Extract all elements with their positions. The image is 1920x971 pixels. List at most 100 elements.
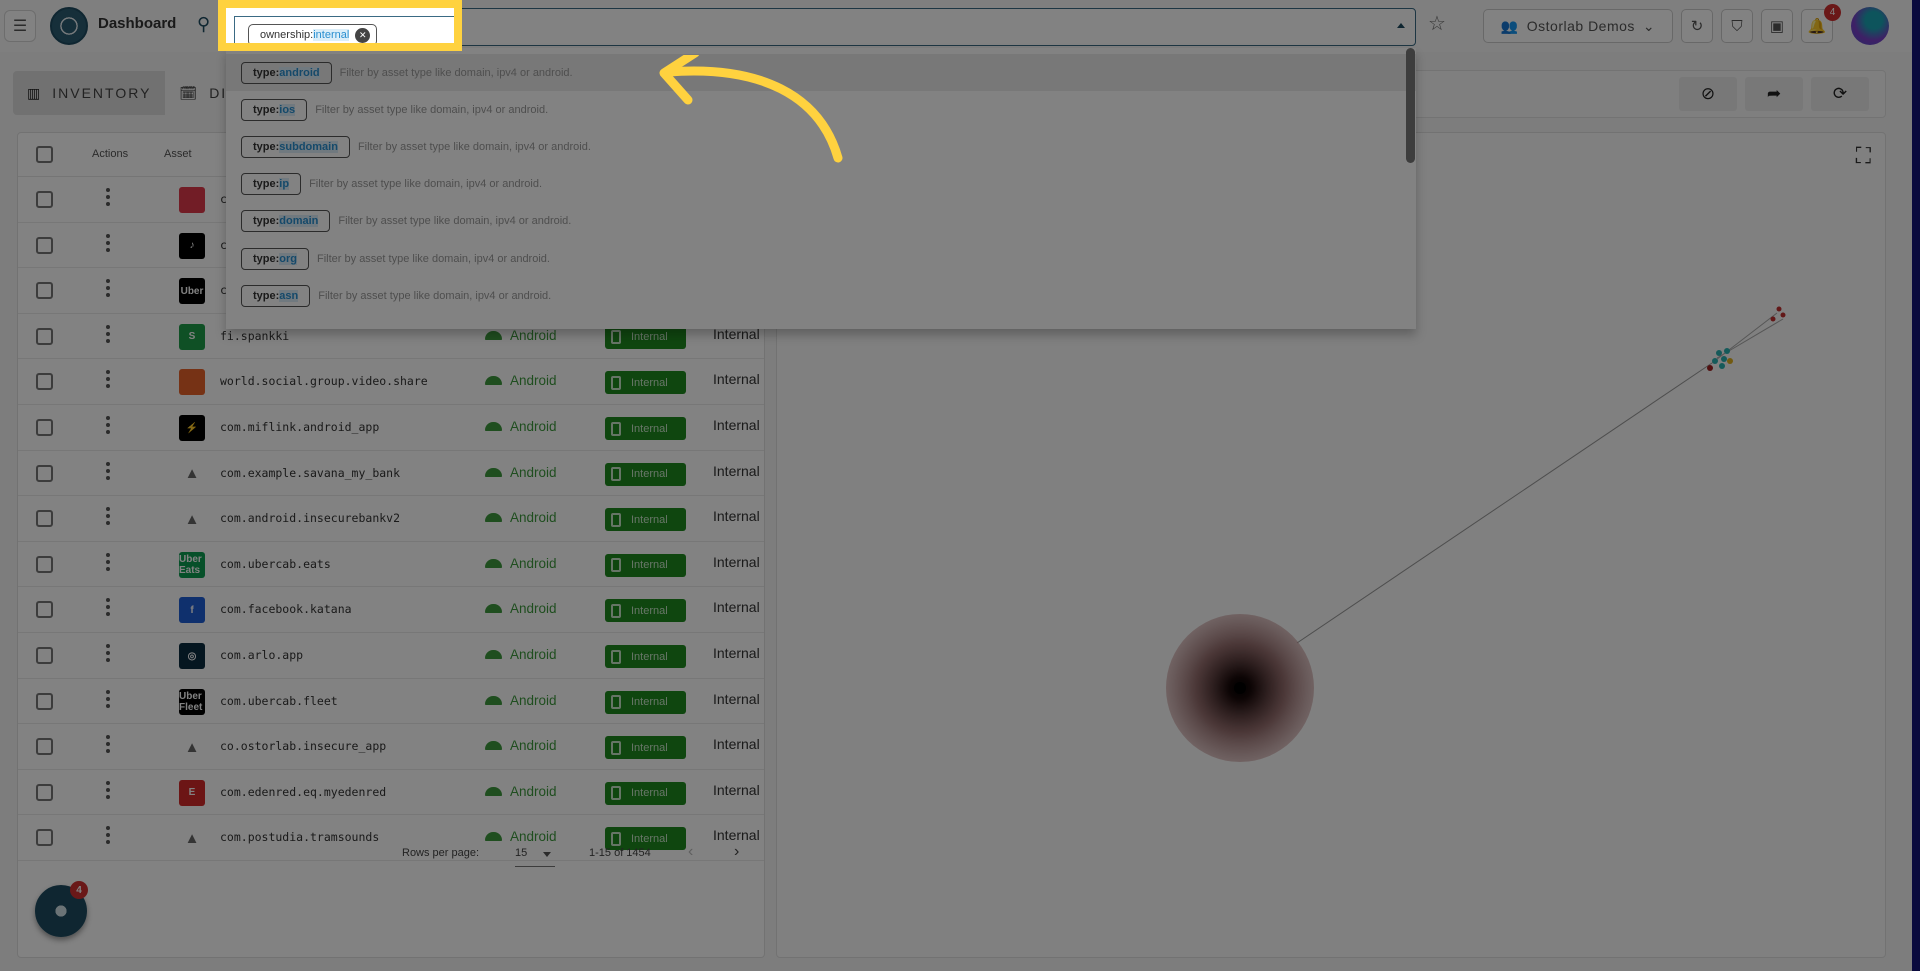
row-actions-icon[interactable]: [106, 689, 110, 708]
row-actions-icon[interactable]: [106, 507, 110, 526]
table-row[interactable]: E com.edenred.eq.myedenred Android Inter…: [18, 770, 764, 816]
table-row[interactable]: ◎ com.arlo.app Android Internal Internal: [18, 633, 764, 679]
prev-page-button[interactable]: ‹: [688, 843, 693, 861]
tag-badge[interactable]: Internal: [605, 325, 686, 349]
dropdown-item[interactable]: type: asn Filter by asset type like domai…: [226, 277, 1416, 314]
tag-badge[interactable]: Internal: [605, 690, 686, 714]
tag-badge[interactable]: Internal: [605, 508, 686, 532]
suggestion-description: Filter by asset type like domain, ipv4 o…: [339, 66, 573, 79]
tag-badge[interactable]: Internal: [605, 417, 686, 440]
avatar[interactable]: [1851, 7, 1889, 45]
column-asset[interactable]: Asset: [164, 148, 192, 160]
add-scan-button[interactable]: ↻: [1681, 9, 1713, 43]
row-checkbox[interactable]: [36, 373, 53, 391]
share-button[interactable]: ➦: [1745, 77, 1803, 111]
tag-badge[interactable]: Internal: [605, 371, 686, 395]
row-checkbox[interactable]: [36, 464, 53, 482]
suggestion-chip: type: ios: [241, 98, 308, 121]
row-actions-icon[interactable]: [106, 780, 110, 799]
org-selector[interactable]: 👥 Ostorlab Demos ⌄: [1483, 9, 1673, 43]
table-row[interactable]: ▲ co.ostorlab.insecure_app Android Inter…: [18, 724, 764, 770]
row-actions-icon[interactable]: [106, 324, 110, 343]
page-title: Dashboard: [98, 15, 177, 32]
table-row[interactable]: Uber Fleet com.ubercab.fleet Android Int…: [18, 679, 764, 725]
table-row[interactable]: world.social.group.video.share Android I…: [18, 359, 764, 405]
video-share-icon: [179, 369, 205, 396]
asset-name[interactable]: world.social.group.video.share: [220, 374, 428, 388]
row-actions-icon[interactable]: [106, 735, 110, 754]
tag-badge[interactable]: Internal: [605, 781, 686, 805]
asset-name[interactable]: com.ubercab.fleet: [220, 694, 338, 708]
asset-name[interactable]: com.facebook.katana: [220, 602, 352, 616]
search-input-highlight[interactable]: ownership:internal ✕: [234, 16, 454, 43]
row-checkbox[interactable]: [36, 647, 53, 664]
suggestion-description: Filter by asset type like domain, ipv4 o…: [338, 215, 572, 228]
remove-chip-icon[interactable]: ✕: [355, 27, 371, 43]
row-actions-icon[interactable]: [106, 416, 110, 434]
tab-inventory[interactable]: ▥ INVENTORY: [13, 71, 166, 115]
caret-up-icon[interactable]: [1397, 23, 1405, 28]
ostorlab-logo[interactable]: [50, 7, 88, 45]
asset-name[interactable]: com.edenred.eq.myedenred: [220, 785, 386, 799]
table-row[interactable]: ⚡ com.miflink.android_app Android Intern…: [18, 405, 764, 451]
tag-badge[interactable]: Internal: [605, 553, 686, 577]
menu-button[interactable]: ☰: [4, 10, 36, 42]
tiktok-icon: ♪: [179, 232, 205, 259]
tag-badge[interactable]: Internal: [605, 599, 686, 623]
row-checkbox[interactable]: [36, 692, 53, 710]
asset-name[interactable]: fi.spankki: [220, 329, 289, 343]
tag-label: Internal: [631, 650, 668, 663]
asset-name[interactable]: com.android.insecurebankv2: [220, 511, 400, 525]
row-checkbox[interactable]: [36, 282, 53, 300]
tag-badge[interactable]: Internal: [605, 645, 686, 668]
table-row[interactable]: ▲ com.example.savana_my_bank Android Int…: [18, 451, 764, 497]
row-actions-icon[interactable]: [106, 644, 110, 662]
tag-label: Internal: [631, 468, 668, 481]
asset-name[interactable]: co.ostorlab.insecure_app: [220, 739, 386, 753]
tag-badge[interactable]: Internal: [605, 462, 686, 486]
row-actions-icon[interactable]: [106, 233, 110, 252]
table-row[interactable]: ▲ com.android.insecurebankv2 Android Int…: [18, 496, 764, 542]
filter-chip[interactable]: ownership:internal ✕: [248, 24, 378, 43]
row-checkbox[interactable]: [36, 510, 53, 528]
asset-name[interactable]: com.ubercab.eats: [220, 557, 331, 571]
suggestion-chip: type: org: [241, 247, 310, 270]
dropdown-scrollbar[interactable]: [1406, 48, 1415, 163]
asset-name[interactable]: com.miflink.android_app: [220, 420, 379, 434]
search-icon[interactable]: ⚲: [197, 14, 210, 35]
asset-name[interactable]: com.example.savana_my_bank: [220, 466, 400, 480]
row-checkbox[interactable]: [36, 601, 53, 619]
table-row[interactable]: Uber Eats com.ubercab.eats Android Inter…: [18, 542, 764, 588]
row-actions-icon[interactable]: [106, 552, 110, 571]
row-checkbox[interactable]: [36, 738, 53, 756]
dropdown-item[interactable]: type: org Filter by asset type like domai…: [226, 240, 1416, 277]
security-button[interactable]: ⛉: [1721, 9, 1753, 43]
android-icon: [485, 695, 502, 705]
phone-icon: [611, 421, 621, 436]
row-actions-icon[interactable]: [106, 188, 110, 206]
row-actions-icon[interactable]: [106, 598, 110, 617]
android-icon: ▲: [184, 738, 200, 756]
android-icon: [485, 650, 502, 659]
table-row[interactable]: f com.facebook.katana Android Internal I…: [18, 587, 764, 633]
hide-button[interactable]: ⊘: [1679, 77, 1737, 111]
row-actions-icon[interactable]: [106, 370, 110, 389]
asset-name[interactable]: com.arlo.app: [220, 648, 303, 662]
row-actions-icon[interactable]: [106, 461, 110, 480]
row-checkbox[interactable]: [36, 327, 53, 345]
row-actions-icon[interactable]: [106, 279, 110, 298]
sync-button[interactable]: ⟳: [1811, 77, 1869, 111]
row-checkbox[interactable]: [36, 783, 53, 801]
next-page-button[interactable]: ›: [734, 843, 739, 861]
row-checkbox[interactable]: [36, 236, 53, 254]
tickets-button[interactable]: ▣: [1761, 9, 1793, 43]
row-checkbox[interactable]: [36, 191, 53, 208]
row-checkbox[interactable]: [36, 555, 53, 573]
star-icon[interactable]: ☆: [1428, 11, 1446, 36]
ticket-icon: ▣: [1769, 18, 1785, 35]
row-checkbox[interactable]: [36, 419, 53, 436]
tag-badge[interactable]: Internal: [605, 736, 686, 760]
select-all-checkbox[interactable]: [36, 146, 53, 163]
dropdown-item[interactable]: type: domain Filter by asset type like do…: [226, 203, 1416, 240]
rows-per-page-select[interactable]: 15: [515, 841, 555, 867]
